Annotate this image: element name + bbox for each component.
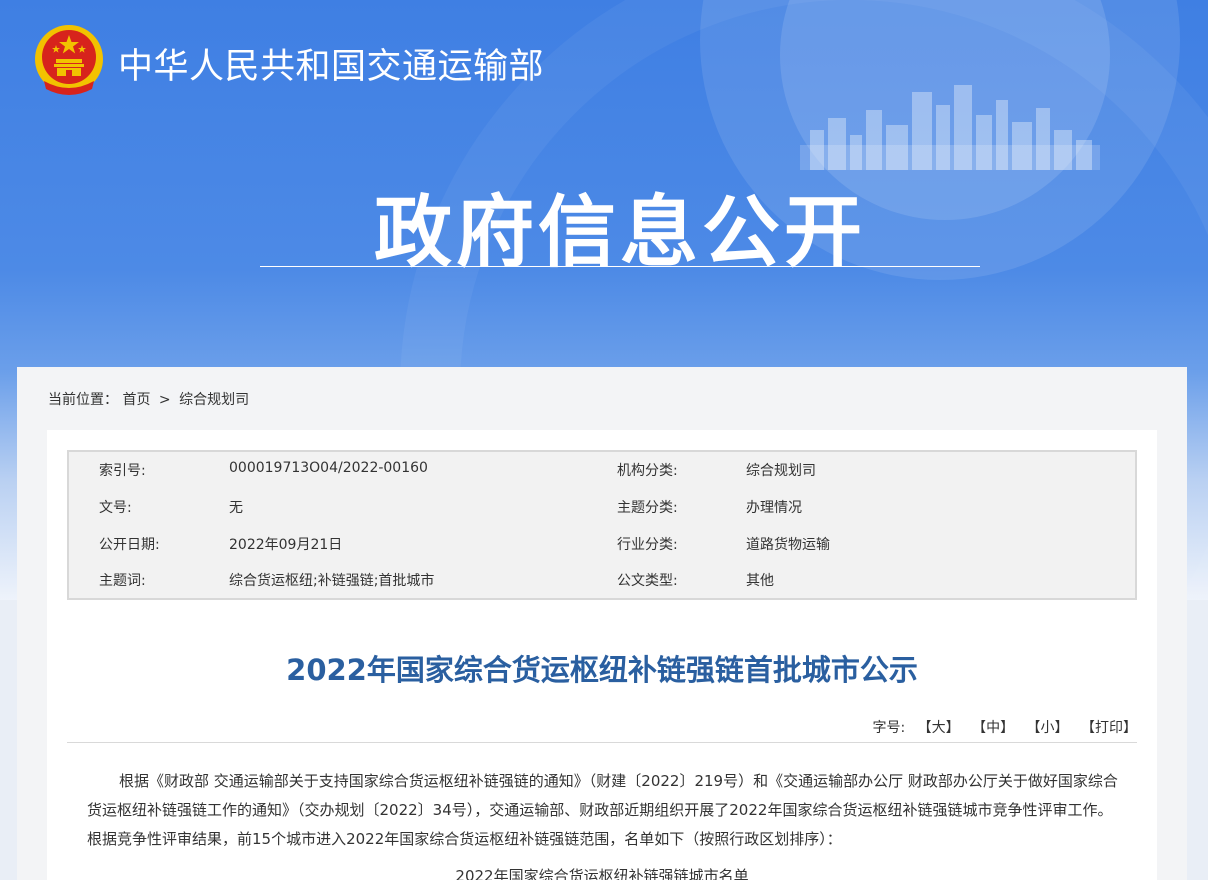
- metadata-key: 主题词:: [99, 573, 146, 589]
- ministry-name[interactable]: 中华人民共和国交通运输部: [118, 38, 544, 89]
- font-size-label: 字号:: [872, 720, 906, 736]
- city-list-caption: 2022年国家综合货运枢纽补链强链城市名单: [455, 867, 749, 880]
- article-container: 索引号: 000019713O04/2022-00160 机构分类: 综合规划司…: [47, 430, 1157, 880]
- metadata-value: 000019713O04/2022-00160: [229, 460, 428, 476]
- section-title-divider: [260, 266, 980, 267]
- metadata-key: 公文类型:: [617, 573, 678, 589]
- font-size-small-button[interactable]: 【小】: [1027, 720, 1069, 736]
- metadata-key: 公开日期:: [99, 537, 160, 553]
- metadata-key: 主题分类:: [617, 500, 678, 516]
- document-metadata-table: 索引号: 000019713O04/2022-00160 机构分类: 综合规划司…: [67, 450, 1137, 600]
- metadata-row: 公开日期: 2022年09月21日 行业分类: 道路货物运输: [69, 534, 1135, 554]
- font-size-large-button[interactable]: 【大】: [918, 720, 960, 736]
- metadata-value: 办理情况: [746, 500, 802, 516]
- metadata-key: 文号:: [99, 500, 132, 516]
- metadata-key: 行业分类:: [617, 537, 678, 553]
- metadata-value: 其他: [746, 573, 774, 589]
- breadcrumb-home-link[interactable]: 首页: [122, 392, 150, 408]
- font-size-toolbar: 字号: 【大】 【中】 【小】 【打印】: [872, 717, 1137, 737]
- print-button[interactable]: 【打印】: [1081, 720, 1137, 736]
- metadata-row: 索引号: 000019713O04/2022-00160 机构分类: 综合规划司: [69, 460, 1135, 480]
- metadata-key: 机构分类:: [617, 463, 678, 479]
- font-size-medium-button[interactable]: 【中】: [972, 720, 1014, 736]
- metadata-value: 2022年09月21日: [229, 537, 343, 553]
- breadcrumb: 当前位置： 首页 > 综合规划司: [48, 389, 249, 409]
- article-title: 2022年国家综合货运枢纽补链强链首批城市公示: [286, 653, 918, 687]
- breadcrumb-current-link[interactable]: 综合规划司: [179, 392, 249, 408]
- metadata-row: 主题词: 综合货运枢纽;补链强链;首批城市 公文类型: 其他: [69, 570, 1135, 590]
- city-skyline-graphic: [800, 85, 1100, 170]
- main-panel: 当前位置： 首页 > 综合规划司 索引号: 000019713O04/2022-…: [17, 367, 1187, 880]
- breadcrumb-label: 当前位置：: [48, 392, 118, 408]
- metadata-value: 综合货运枢纽;补链强链;首批城市: [229, 573, 435, 589]
- metadata-row: 文号: 无 主题分类: 办理情况: [69, 497, 1135, 517]
- metadata-value: 无: [229, 500, 243, 516]
- article-body-paragraph: 根据《财政部 交通运输部关于支持国家综合货运枢纽补链强链的通知》（财建〔2022…: [87, 772, 1118, 848]
- metadata-key: 索引号:: [99, 463, 146, 479]
- national-emblem-icon: [35, 25, 103, 95]
- article-divider: [67, 742, 1137, 743]
- metadata-value: 综合规划司: [746, 463, 816, 479]
- metadata-value: 道路货物运输: [746, 537, 830, 553]
- breadcrumb-separator: >: [158, 392, 171, 408]
